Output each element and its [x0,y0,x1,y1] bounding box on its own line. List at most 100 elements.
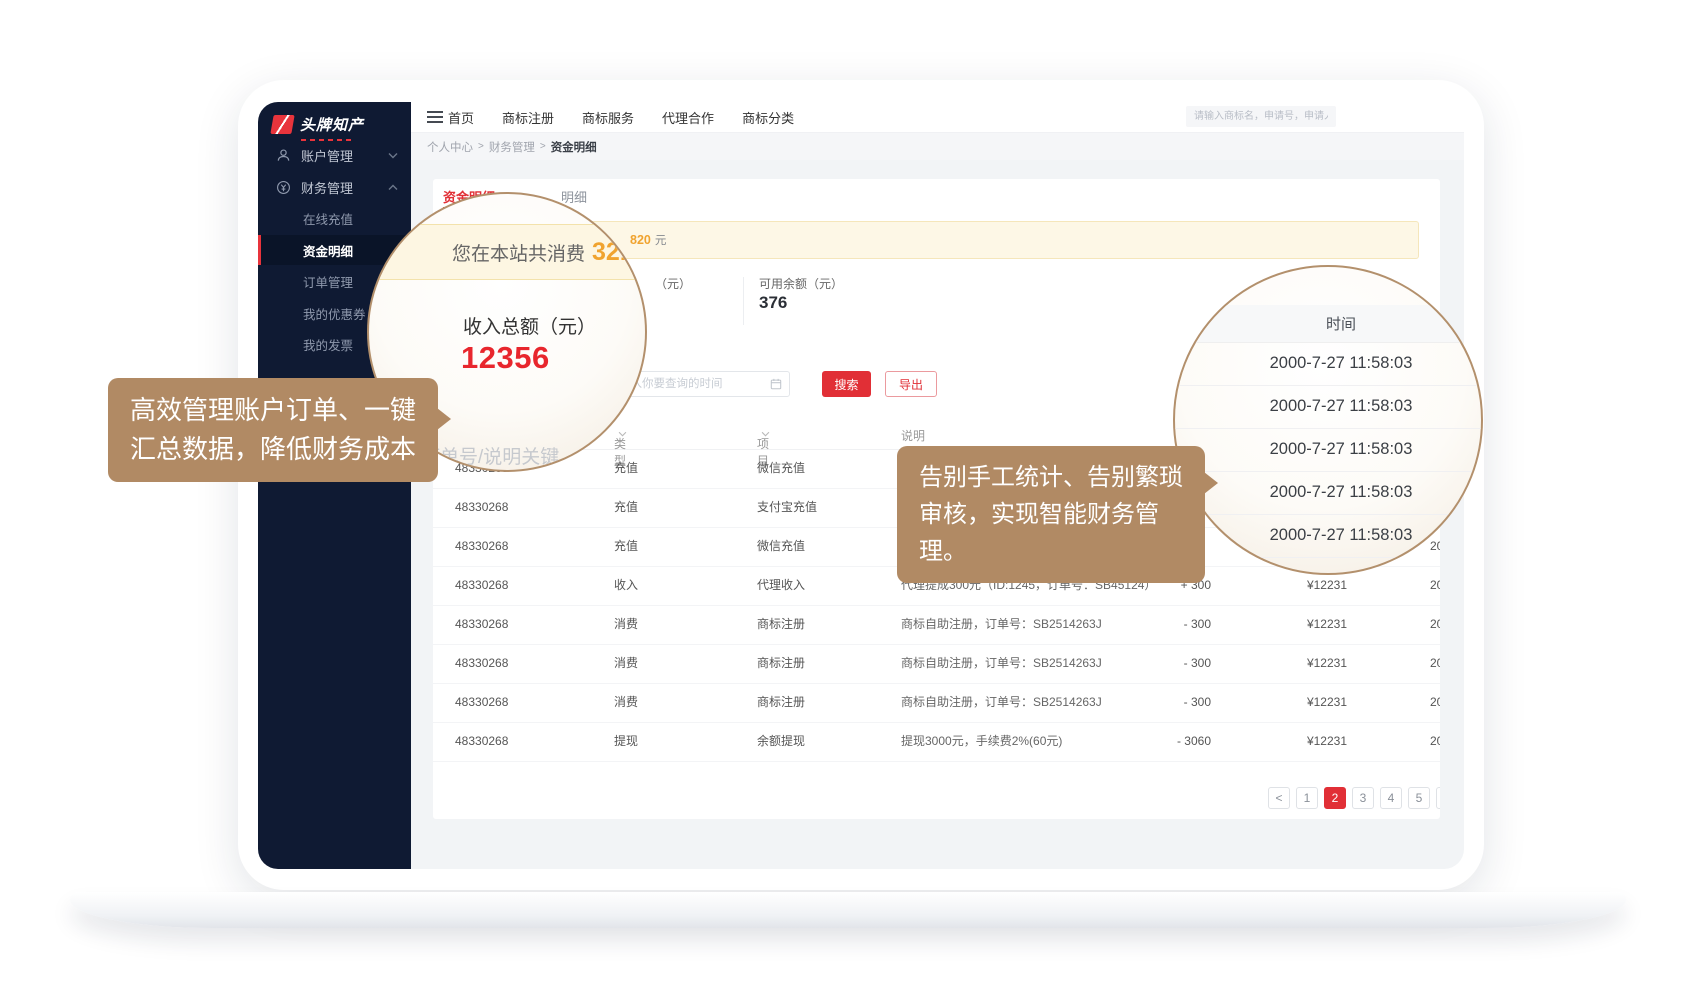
cell-time: 2000-7-27 11:58:03 [1430,566,1440,605]
table-row: 48330268消费商标注册商标自助注册，订单号：SB2514263J- 300… [433,644,1440,684]
cell-amount: - 3060 [1123,722,1211,761]
user-icon [276,148,291,163]
nav-search [1186,106,1336,127]
cell-type: 提现 [614,722,638,761]
cell-amount: - 300 [1123,644,1211,683]
pagination-page-3[interactable]: 3 [1352,787,1374,809]
breadcrumb-current: 资金明细 [551,139,597,155]
trademark-search-input[interactable] [1186,106,1336,127]
sidebar-item-label: 账户管理 [301,146,353,165]
callout-line: 高效管理账户订单、一键 [130,391,416,430]
header-description: 说明 [901,427,925,444]
callout-line: 审核，实现智能财务管 [919,496,1183,533]
sidebar-item-label: 订单管理 [303,272,353,291]
export-button[interactable]: 导出 [885,371,937,397]
pagination-page-1[interactable]: 1 [1296,787,1318,809]
sidebar-item-finance[interactable]: 财务管理 [258,172,411,202]
breadcrumb-finance[interactable]: 财务管理 [489,139,535,155]
chevron-up-icon [388,184,398,191]
cell-time: 2000-7-27 11:58:03 [1430,644,1440,683]
cell-order: 48330268 [455,527,508,566]
sidebar-item-account[interactable]: 账户管理 [258,140,411,170]
cell-balance: ¥12231 [1233,644,1347,683]
cell-order: 48330268 [455,644,508,683]
magnified-time-row: 2000-7-27 11:58:03 [1175,514,1481,558]
cell-order: 48330268 [455,566,508,605]
cell-order: 48330268 [455,605,508,644]
sidebar-item-label: 我的优惠券 [303,304,366,323]
magnified-banner: 您在本站共消费 32124 元 [367,224,647,280]
pagination-next-button[interactable] [1436,787,1440,809]
magnified-income-value: 12356 [461,340,550,376]
cell-amount: - 300 [1123,683,1211,722]
sidebar-item-label: 资金明细 [303,241,353,260]
laptop-base [70,892,1626,928]
cell-project: 商标注册 [757,683,805,722]
nav-tab-trademark-services[interactable]: 商标服务 [575,108,641,127]
header-project-filter[interactable]: 项目 [757,427,770,441]
magnified-income-label: 收入总额（元） [463,312,596,339]
stat-divider [743,277,744,325]
cell-amount: - 300 [1123,605,1211,644]
pagination-page-5[interactable]: 5 [1408,787,1430,809]
pagination-page-2-active[interactable]: 2 [1324,787,1346,809]
logo-text: 头牌知产 [300,114,364,135]
table-row: 48330268消费商标注册商标自助注册，订单号：SB2514263J- 300… [433,605,1440,645]
cell-project: 微信充值 [757,527,805,566]
magnified-order-header: 订单号/说明关键 [421,442,559,469]
nav-tab-trademark-register[interactable]: 商标注册 [495,108,561,127]
table-row: 48330268消费商标注册商标自助注册，订单号：SB2514263J- 300… [433,683,1440,723]
cell-project: 支付宝充值 [757,488,817,527]
header-type-filter[interactable]: 类型 [614,427,627,441]
cell-time: 2000-7-27 11:58:03 [1430,605,1440,644]
cell-order: 48330268 [455,722,508,761]
callout-left: 高效管理账户订单、一键 汇总数据，降低财务成本 [108,378,438,482]
cell-balance: ¥12231 [1233,605,1347,644]
cell-project: 商标注册 [757,644,805,683]
magnified-time-row: 2000-7-27 11:58:03 [1175,428,1481,472]
banner-unit: 元 [655,232,667,248]
cell-type: 消费 [614,644,638,683]
breadcrumb-separator: > [540,141,546,152]
available-balance-value: 376 [759,293,787,313]
nav-tabs: 首页 商标注册 商标服务 代理合作 商标分类 [441,102,801,132]
magnified-banner-prefix: 您在本站共消费 [452,239,585,266]
cell-balance: ¥12231 [1233,683,1347,722]
magnified-time-row: 2000-7-27 11:58:03 [1175,342,1481,386]
sidebar-item-label: 财务管理 [301,178,353,197]
magnified-time-row: 2000-7-27 11:58:03 [1175,385,1481,429]
callout-line: 理。 [919,533,1183,570]
stat-partial-label: （元） [655,275,691,292]
cell-type: 收入 [614,566,638,605]
callout-line: 汇总数据，降低财务成本 [130,430,416,469]
nav-tab-trademark-classes[interactable]: 商标分类 [735,108,801,127]
pagination: < 1 2 3 4 5 [1268,787,1440,809]
available-balance-label: 可用余额（元） [759,275,843,292]
cell-type: 消费 [614,683,638,722]
logo-icon [270,115,294,134]
table-row: 48330268提现余额提现提现3000元，手续费2%(60元)- 3060¥1… [433,722,1440,762]
cell-time: 2000-7-27 11:58:03 [1430,722,1440,761]
pagination-prev-button[interactable]: < [1268,787,1290,809]
tab-other-details[interactable]: 明细 [561,187,587,206]
page: 头牌知产 账户管理 财务管理 在线充值 资金明细 [0,0,1696,1002]
sidebar: 头牌知产 账户管理 财务管理 在线充值 资金明细 [258,102,411,869]
magnifier-right: 时间 2000-7-27 11:58:03 2000-7-27 11:58:03… [1173,265,1483,575]
cell-project: 代理收入 [757,566,805,605]
cell-type: 充值 [614,449,638,488]
nav-tab-agent-cooperation[interactable]: 代理合作 [655,108,721,127]
breadcrumb-personal-center[interactable]: 个人中心 [427,139,473,155]
magnified-time-header: 时间 [1175,305,1481,343]
finance-coin-icon [276,180,291,195]
pagination-page-4[interactable]: 4 [1380,787,1402,809]
magnified-time-row: 2000-7-27 11:58:03 [1175,471,1481,515]
search-button[interactable]: 搜索 [822,371,871,397]
cell-order: 48330268 [455,683,508,722]
cell-type: 消费 [614,605,638,644]
cell-time: 2000-7-27 11:58:03 [1430,683,1440,722]
nav-tab-home[interactable]: 首页 [441,108,481,127]
callout-line: 告别手工统计、告别繁琐 [919,459,1183,496]
calendar-icon[interactable] [770,378,782,390]
cell-project: 微信充值 [757,449,805,488]
breadcrumb: 个人中心 > 财务管理 > 资金明细 [411,133,1464,160]
